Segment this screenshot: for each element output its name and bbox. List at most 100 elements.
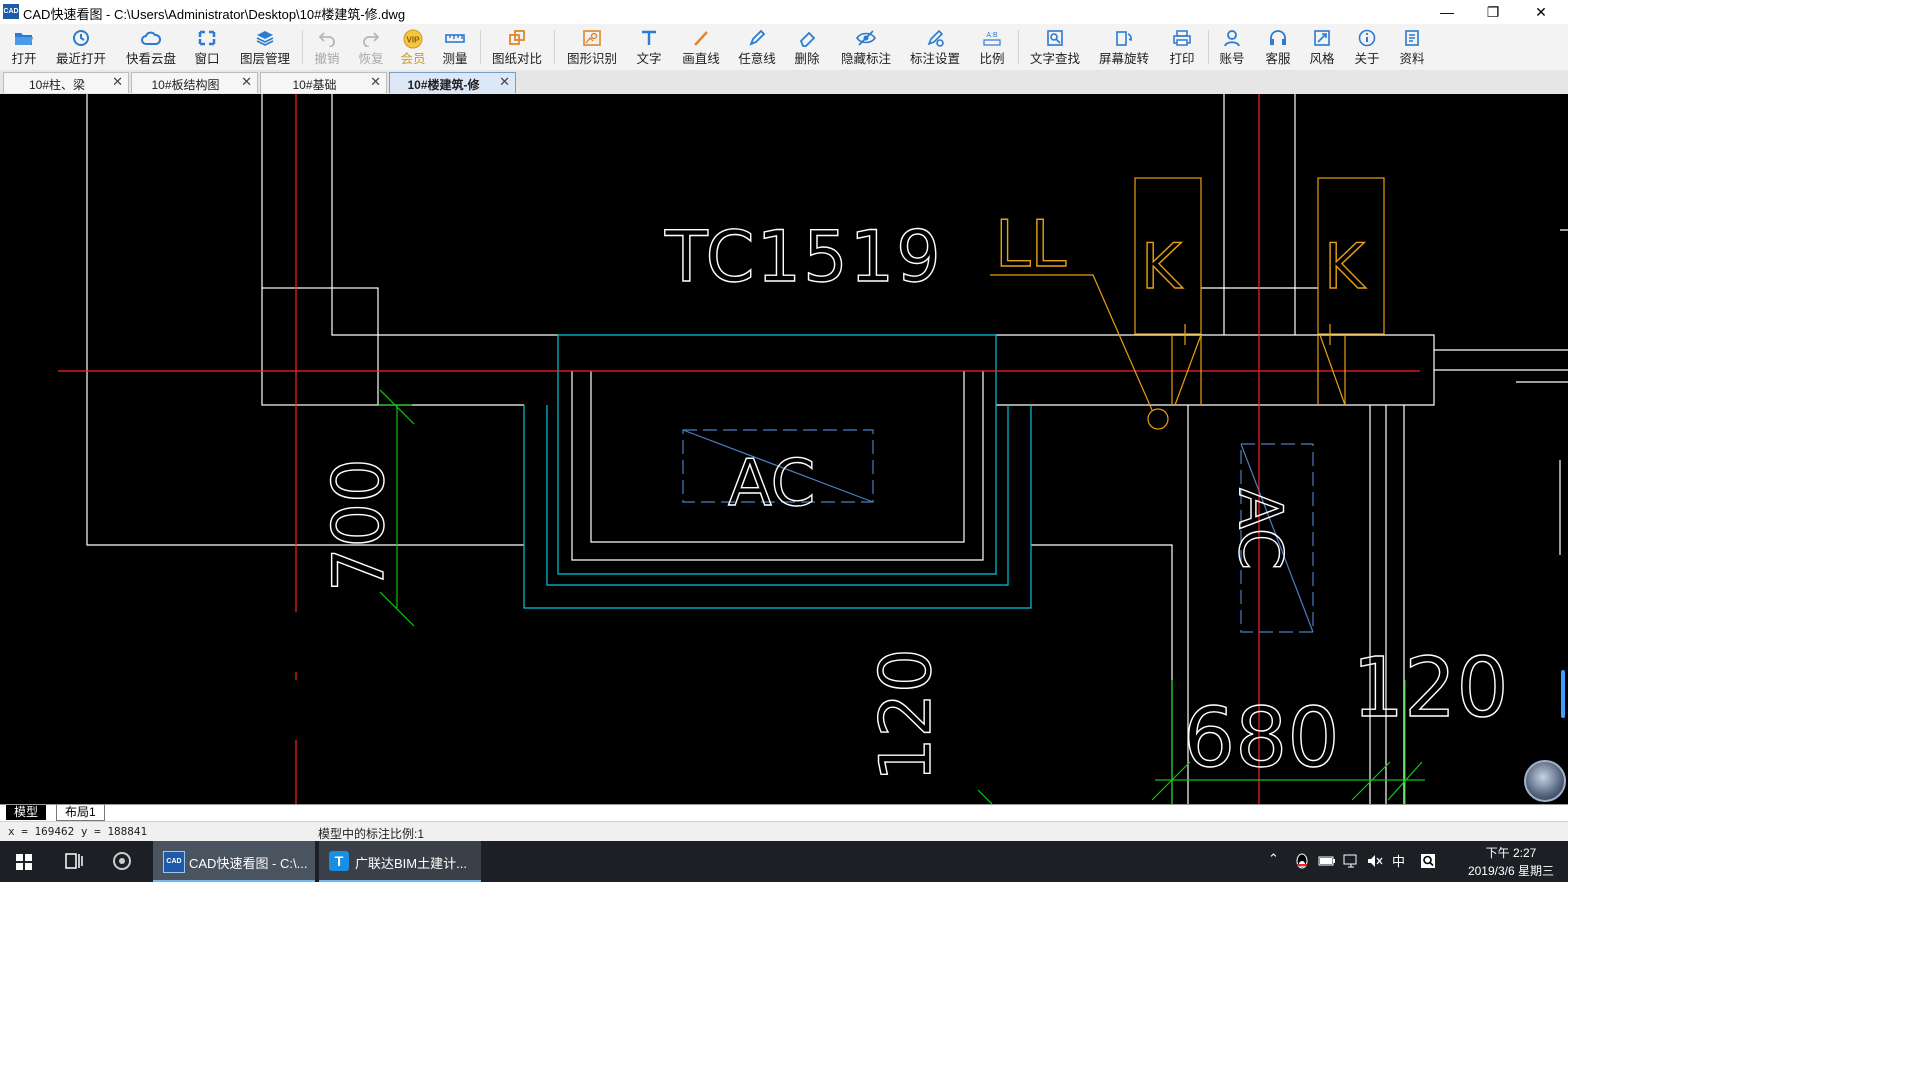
find-text-icon [1026,29,1084,51]
cad-drawing: TC1519 LL K K AC 700 120 AC 680 120 [58,94,1568,804]
drawing-canvas[interactable]: TC1519 LL K K AC 700 120 AC 680 120 [0,94,1568,804]
tab-10-building-revised[interactable]: 10#楼建筑-修 ✕ [389,72,516,93]
eye-hide-icon [836,29,896,51]
text-button[interactable]: 文字 [632,26,666,68]
window-button[interactable]: 窗口 [188,26,226,68]
browser-button[interactable] [98,841,146,882]
clock-date: 2019/3/6 星期三 [1467,864,1554,878]
redo-icon [354,29,388,51]
style-icon [1304,29,1340,51]
svg-text:VIP: VIP [407,36,421,45]
cloud-drive-button[interactable]: 快看云盘 [122,26,180,68]
taskbar-app-cad[interactable]: CAD CAD快速看图 - C:\... [153,841,315,882]
annotation-settings-icon [906,29,964,51]
layers-icon [236,29,294,51]
cursor-coordinates: x = 169462 y = 188841 [8,825,148,838]
drawing-compare-button[interactable]: 图纸对比 [488,26,546,68]
zoom-slider[interactable] [1561,670,1565,718]
redo-button[interactable]: 恢复 [354,26,388,68]
start-button[interactable] [0,841,48,882]
account-button[interactable]: 账号 [1214,26,1250,68]
task-view-icon [65,853,83,869]
main-toolbar: 打开 最近打开 快看云盘 窗口 图层管理 撤销 恢复 VIP 会员 测量 图纸对… [0,24,1568,70]
title-bar: CAD CAD快速看图 - C:\Users\Administrator\Des… [0,0,1568,24]
recent-icon [52,29,110,51]
tab-layout1[interactable]: 布局1 [56,805,105,821]
windows-taskbar: CAD CAD快速看图 - C:\... T 广联达BIM土建计... ⌃ 中 … [0,841,1568,882]
dimension-label: 120 [865,648,947,782]
undo-icon [310,29,344,51]
resources-button[interactable]: 资料 [1394,26,1430,68]
toolbar-divider [302,30,303,64]
pen-icon [734,29,780,51]
annotation-settings-button[interactable]: 标注设置 [906,26,964,68]
document-icon [1394,29,1430,51]
close-icon[interactable]: ✕ [241,74,252,90]
draw-line-button[interactable]: 画直线 [678,26,724,68]
volume-muted-icon[interactable] [1366,853,1384,872]
info-icon [1349,29,1385,51]
ime-indicator[interactable]: 中 [1392,851,1405,870]
rotate-icon [1094,29,1154,51]
tab-10-slab-structure[interactable]: 10#板结构图 ✕ [131,72,258,93]
svg-text:A:B: A:B [986,32,998,39]
task-view-button[interactable] [50,841,96,882]
tab-10-foundation[interactable]: 10#基础 ✕ [260,72,387,93]
network-icon[interactable] [1342,853,1360,872]
search-tray-icon[interactable] [1420,853,1436,872]
vip-button[interactable]: VIP 会员 [396,26,430,68]
eraser-icon [790,29,824,51]
customer-service-button[interactable]: 客服 [1260,26,1296,68]
toolbar-divider [554,30,555,64]
text-search-button[interactable]: 文字查找 [1026,26,1084,68]
cloud-icon [122,29,180,51]
style-button[interactable]: 风格 [1304,26,1340,68]
text-icon [632,29,666,51]
print-button[interactable]: 打印 [1164,26,1200,68]
shape-recognition-button[interactable]: 图形识别 [562,26,622,68]
undo-button[interactable]: 撤销 [310,26,344,68]
close-icon[interactable]: ✕ [499,74,510,90]
tab-10-columns-beams[interactable]: 10#柱、梁 ✕ [3,72,129,93]
lintel-label: LL [995,208,1067,282]
compare-icon [488,29,546,51]
ruler-icon [438,29,472,51]
layer-manager-button[interactable]: 图层管理 [236,26,294,68]
open-button[interactable]: 打开 [4,26,44,68]
screen-rotate-button[interactable]: 屏幕旋转 [1094,26,1154,68]
user-icon [1214,29,1250,51]
printer-icon [1164,29,1200,51]
shape-recognition-icon [562,29,622,51]
window-title: CAD快速看图 - C:\Users\Administrator\Desktop… [23,7,406,22]
taskbar-app-glodon[interactable]: T 广联达BIM土建计... [319,841,481,882]
avatar-assistant-icon[interactable] [1524,760,1566,802]
vip-icon: VIP [396,29,430,51]
hide-annotation-button[interactable]: 隐藏标注 [836,26,896,68]
scale-icon: A:B [974,29,1010,51]
measure-button[interactable]: 测量 [438,26,472,68]
tab-model[interactable]: 模型 [6,805,47,820]
freehand-line-button[interactable]: 任意线 [734,26,780,68]
folder-icon [4,29,44,51]
battery-icon[interactable] [1318,854,1336,871]
column-label: K [1141,230,1183,303]
dimension-label: 700 [318,458,400,592]
close-icon[interactable]: ✕ [370,74,381,90]
close-button[interactable]: ✕ [1518,0,1564,24]
browser-icon [113,852,131,870]
glodon-app-icon: T [329,851,349,871]
system-clock[interactable]: 下午 2:27 2019/3/6 星期三 [1468,844,1554,880]
close-icon[interactable]: ✕ [112,74,123,90]
chevron-up-icon[interactable]: ⌃ [1268,851,1279,867]
qq-tray-icon[interactable] [1294,852,1310,873]
restore-button[interactable]: ❐ [1470,0,1516,24]
scale-button[interactable]: A:B 比例 [974,26,1010,68]
status-bar: x = 169462 y = 188841 模型中的标注比例:1 [0,821,1568,842]
recent-open-button[interactable]: 最近打开 [52,26,110,68]
toolbar-divider [1018,30,1019,64]
delete-button[interactable]: 删除 [790,26,824,68]
column-label: K [1324,230,1366,303]
about-button[interactable]: 关于 [1349,26,1385,68]
minimize-button[interactable]: — [1424,0,1470,24]
document-tab-bar: 10#柱、梁 ✕ 10#板结构图 ✕ 10#基础 ✕ 10#楼建筑-修 ✕ [0,70,1568,95]
